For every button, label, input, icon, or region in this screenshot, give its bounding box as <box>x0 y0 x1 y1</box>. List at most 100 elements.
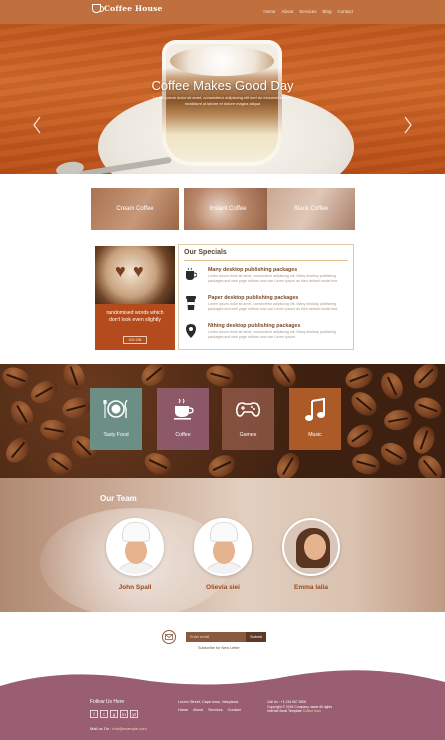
bean <box>0 364 33 393</box>
linkedin-icon[interactable]: in <box>120 710 128 718</box>
chef-hat <box>122 522 150 542</box>
bean <box>413 450 445 478</box>
special-title[interactable]: Paper desktop publishing packages <box>208 295 298 301</box>
bean <box>59 364 89 393</box>
gamepad-icon <box>235 402 261 417</box>
nav-about[interactable]: About <box>281 9 293 14</box>
special-text: Lorem ipsum dolor sit amet, consectetur … <box>208 330 337 339</box>
special-title[interactable]: Many desktop publishing packages <box>208 267 297 273</box>
nav-blog[interactable]: Blog <box>322 9 331 14</box>
bean <box>342 364 376 393</box>
team-avatar[interactable] <box>282 518 340 576</box>
footer-info: Call Us : +1 234 567 8900 Copyright © 20… <box>267 700 332 714</box>
mail-icon-ring <box>162 630 176 644</box>
footer-link-about[interactable]: About <box>193 708 203 712</box>
bean <box>409 364 443 393</box>
service-label: Tasty Food <box>103 432 129 438</box>
coffee-cup-icon <box>92 4 104 13</box>
social-icons: f t g in yt <box>90 710 138 718</box>
bean <box>272 448 304 478</box>
bean <box>376 438 412 470</box>
footer-mail: Mail us On : info@example.com <box>90 726 147 731</box>
service-tasty-food[interactable]: Tasty Food <box>90 388 142 450</box>
takeaway-cup-icon <box>185 295 197 311</box>
mail-link[interactable]: info@example.com <box>112 726 146 731</box>
service-label: Music <box>308 432 322 438</box>
slider-prev-arrow[interactable] <box>32 116 42 134</box>
team-member-name[interactable]: Emma lalia <box>271 584 351 591</box>
chef-coat <box>114 562 160 574</box>
follow-us-heading: Follow Us Here <box>90 699 125 705</box>
footer-link-services[interactable]: Services <box>208 708 223 712</box>
bean <box>377 369 407 403</box>
service-coffee[interactable]: Coffee <box>157 388 209 450</box>
bean <box>411 393 445 423</box>
team-member-name[interactable]: Olievia siei <box>183 584 263 591</box>
category-label: Instant Coffee <box>209 206 247 212</box>
bean <box>136 364 172 391</box>
credit-label: Internet Book Template <box>267 709 302 714</box>
nav-home[interactable]: Home <box>263 9 275 14</box>
newsletter-email-input[interactable]: Enter email <box>186 632 246 642</box>
category-instant-coffee[interactable]: Instant Coffee <box>184 188 272 230</box>
category-black-coffee[interactable]: Black Coffee <box>267 188 355 230</box>
hero-title: Coffee Makes Good Day <box>151 78 294 93</box>
promo-text: randomised words which don't look even s… <box>106 310 164 323</box>
footer-link-contact[interactable]: Contact <box>228 708 241 712</box>
heart-icon: ♥ <box>115 261 126 281</box>
service-games[interactable]: Games <box>222 388 274 450</box>
coffee-cup-icon <box>174 398 194 420</box>
bean <box>38 417 70 443</box>
chevron-right-icon <box>404 116 412 134</box>
youtube-icon[interactable]: yt <box>130 710 138 718</box>
hero-subtitle: Lorem ipsum dolor sit amet, consectetur … <box>152 95 293 106</box>
promo-card: ♥ ♥ randomised words which don't look ev… <box>95 246 175 350</box>
top-navigation-bar: Coffee House Home About Services Blog Co… <box>0 0 445 24</box>
team-title: Our Team <box>100 494 137 503</box>
specials-title: Our Specials <box>184 249 227 256</box>
twitter-icon[interactable]: t <box>100 710 108 718</box>
location-pin-icon <box>185 323 197 339</box>
coffee-cup-icon <box>185 267 197 283</box>
heart-icon: ♥ <box>133 261 144 281</box>
team-avatar[interactable] <box>106 518 164 576</box>
category-cream-coffee[interactable]: Cream Coffee <box>91 188 179 230</box>
special-text: Lorem ipsum dolor sit amet, consectetur … <box>208 274 339 283</box>
face <box>304 534 326 560</box>
plate-cutlery-icon <box>103 399 128 418</box>
footer-link-home[interactable]: Home <box>178 708 188 712</box>
special-item: Many desktop publishing packages Lorem i… <box>185 267 349 289</box>
slider-next-arrow[interactable] <box>403 116 413 134</box>
bean <box>382 407 414 433</box>
category-label: Black Coffee <box>294 206 328 212</box>
service-label: Games <box>239 432 257 438</box>
service-label: Coffee <box>175 432 191 438</box>
mail-label: Mail us On : <box>90 726 112 731</box>
team-member-name[interactable]: John Spall <box>95 584 175 591</box>
bean <box>6 396 38 432</box>
bean <box>26 376 62 408</box>
service-music[interactable]: Music <box>289 388 341 450</box>
google-plus-icon[interactable]: g <box>110 710 118 718</box>
nav-contact[interactable]: Contact <box>337 9 353 14</box>
bean <box>59 394 93 422</box>
bean <box>1 432 35 468</box>
envelope-icon <box>165 634 173 640</box>
nav-services[interactable]: Services <box>299 9 316 14</box>
special-title[interactable]: Nthing desktop publishing packages <box>208 323 300 329</box>
divider <box>184 260 348 261</box>
newsletter-submit-button[interactable]: Submit <box>246 632 266 642</box>
logo-text: Coffee House <box>104 4 163 13</box>
credit-link[interactable]: Collect from <box>303 709 321 713</box>
bean <box>141 449 175 478</box>
promo-button[interactable]: GO ON <box>123 336 147 344</box>
facebook-icon[interactable]: f <box>90 710 98 718</box>
specials-panel: Our Specials Many desktop publishing pac… <box>178 244 354 350</box>
coffee-foam <box>170 46 274 76</box>
bean <box>349 450 383 478</box>
team-avatar[interactable] <box>194 518 252 576</box>
category-label: Cream Coffee <box>116 206 154 212</box>
logo[interactable]: Coffee House <box>92 4 163 13</box>
newsletter-label: Subscribe for New Letter <box>198 646 240 650</box>
bean <box>409 423 439 457</box>
